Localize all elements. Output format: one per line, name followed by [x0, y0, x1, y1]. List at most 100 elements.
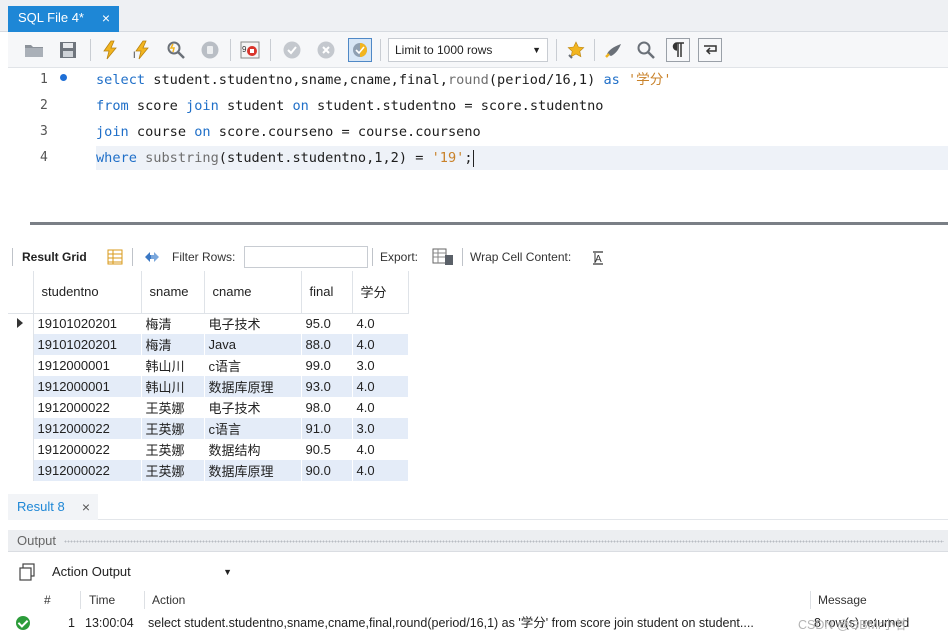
table-cell[interactable]: 98.0: [301, 397, 353, 418]
save-icon[interactable]: [56, 38, 80, 62]
table-cell[interactable]: 99.0: [301, 355, 353, 376]
table-cell[interactable]: 4.0: [352, 397, 409, 418]
table-cell[interactable]: 4.0: [352, 460, 409, 481]
row-header[interactable]: [8, 439, 34, 460]
table-row[interactable]: 1912000022 王英娜 数据库原理 90.0 4.0: [8, 460, 409, 481]
panel-grip[interactable]: [64, 540, 944, 543]
code-line[interactable]: from score join student on student.stude…: [96, 94, 603, 118]
table-row[interactable]: 1912000022 王英娜 电子技术 98.0 4.0: [8, 397, 409, 418]
tab-sql-file[interactable]: SQL File 4* ×: [8, 6, 119, 32]
table-cell[interactable]: 1912000001: [33, 376, 142, 397]
code-token: course: [128, 124, 195, 140]
table-cell[interactable]: 王英娜: [141, 418, 205, 439]
column-header[interactable]: sname: [141, 271, 205, 314]
table-cell[interactable]: 王英娜: [141, 439, 205, 460]
find-magnifier-icon[interactable]: [634, 38, 658, 62]
wrap-lines-icon[interactable]: [698, 38, 722, 62]
table-cell[interactable]: 王英娜: [141, 397, 205, 418]
row-header[interactable]: [8, 355, 34, 376]
table-row[interactable]: 19101020201 梅清 电子技术 95.0 4.0: [8, 313, 409, 334]
table-cell[interactable]: 4.0: [352, 334, 409, 355]
table-cell[interactable]: 95.0: [301, 313, 353, 334]
table-cell[interactable]: 1912000022: [33, 439, 142, 460]
row-header[interactable]: [8, 313, 34, 334]
result-header-row: studentno sname cname final 学分: [8, 271, 409, 314]
column-header[interactable]: cname: [204, 271, 302, 314]
table-cell[interactable]: 韩山川: [141, 355, 205, 376]
execute-lightning-icon[interactable]: [98, 38, 122, 62]
table-cell[interactable]: 1912000022: [33, 460, 142, 481]
commit-icon[interactable]: [280, 38, 304, 62]
table-cell[interactable]: 4.0: [352, 439, 409, 460]
table-cell[interactable]: 梅清: [141, 334, 205, 355]
column-header[interactable]: 学分: [352, 271, 409, 314]
invisible-chars-pilcrow-icon[interactable]: [666, 38, 690, 62]
table-cell[interactable]: 19101020201: [33, 313, 142, 334]
column-header[interactable]: studentno: [33, 271, 142, 314]
table-row[interactable]: 1912000022 王英娜 数据结构 90.5 4.0: [8, 439, 409, 460]
table-row[interactable]: 1912000022 王英娜 c语言 91.0 3.0: [8, 418, 409, 439]
editor-results-splitter[interactable]: [30, 222, 948, 225]
table-cell[interactable]: 3.0: [352, 418, 409, 439]
beautify-star-icon[interactable]: [564, 38, 588, 62]
table-cell[interactable]: 91.0: [301, 418, 353, 439]
stop-icon[interactable]: [198, 38, 222, 62]
output-col-message: Message: [818, 593, 867, 607]
export-icon[interactable]: [432, 248, 454, 274]
table-row[interactable]: 19101020201 梅清 Java 88.0 4.0: [8, 334, 409, 355]
table-cell[interactable]: c语言: [204, 418, 302, 439]
table-cell[interactable]: 88.0: [301, 334, 353, 355]
table-cell[interactable]: Java: [204, 334, 302, 355]
wrap-cell-toggle-icon[interactable]: A: [592, 249, 608, 275]
table-cell[interactable]: c语言: [204, 355, 302, 376]
code-line[interactable]: select student.studentno,sname,cname,fin…: [96, 68, 672, 92]
table-cell[interactable]: 19101020201: [33, 334, 142, 355]
row-header[interactable]: [8, 376, 34, 397]
code-token: where: [96, 150, 137, 166]
copy-icon[interactable]: [18, 563, 36, 581]
filter-rows-input[interactable]: [244, 246, 368, 268]
table-cell[interactable]: 1912000001: [33, 355, 142, 376]
column-header[interactable]: final: [301, 271, 353, 314]
table-cell[interactable]: 韩山川: [141, 376, 205, 397]
table-cell[interactable]: 梅清: [141, 313, 205, 334]
table-cell[interactable]: 90.5: [301, 439, 353, 460]
toggle-stop-on-error-icon[interactable]: 9: [238, 38, 262, 62]
table-cell[interactable]: 4.0: [352, 376, 409, 397]
code-line[interactable]: join course on score.courseno = course.c…: [96, 120, 481, 144]
table-cell[interactable]: 数据库原理: [204, 376, 302, 397]
output-panel-header: Output: [8, 530, 948, 552]
close-icon[interactable]: ×: [82, 494, 90, 520]
open-folder-icon[interactable]: [22, 38, 46, 62]
sql-code-editor[interactable]: 1 2 3 4 select student.studentno,sname,c…: [8, 68, 948, 214]
table-cell[interactable]: 王英娜: [141, 460, 205, 481]
table-cell[interactable]: 1912000022: [33, 418, 142, 439]
row-header[interactable]: [8, 334, 34, 355]
table-cell[interactable]: 电子技术: [204, 313, 302, 334]
row-header[interactable]: [8, 397, 34, 418]
explain-magnifier-icon[interactable]: [164, 38, 188, 62]
table-row[interactable]: 1912000001 韩山川 数据库原理 93.0 4.0: [8, 376, 409, 397]
execute-current-statement-icon[interactable]: I: [130, 38, 154, 62]
table-cell[interactable]: 1912000022: [33, 397, 142, 418]
result-table: studentno sname cname final 学分 191010202…: [8, 271, 409, 481]
row-header[interactable]: [8, 418, 34, 439]
table-cell[interactable]: 93.0: [301, 376, 353, 397]
tab-result[interactable]: Result 8 ×: [8, 494, 98, 520]
success-check-icon: [16, 616, 30, 630]
code-line-current[interactable]: where substring(student.studentno,1,2) =…: [96, 146, 948, 170]
table-cell[interactable]: 4.0: [352, 313, 409, 334]
table-row[interactable]: 1912000001 韩山川 c语言 99.0 3.0: [8, 355, 409, 376]
row-header[interactable]: [8, 460, 34, 481]
limit-rows-select[interactable]: Limit to 1000 rows ▼: [388, 38, 548, 62]
table-cell[interactable]: 数据库原理: [204, 460, 302, 481]
format-brush-icon[interactable]: [602, 38, 626, 62]
table-cell[interactable]: 90.0: [301, 460, 353, 481]
table-cell[interactable]: 数据结构: [204, 439, 302, 460]
auto-commit-toggle-icon[interactable]: [348, 38, 372, 62]
close-icon[interactable]: ×: [102, 6, 110, 30]
rollback-icon[interactable]: [314, 38, 338, 62]
table-cell[interactable]: 电子技术: [204, 397, 302, 418]
table-cell[interactable]: 3.0: [352, 355, 409, 376]
output-type-select[interactable]: Action Output ▼: [48, 560, 238, 584]
